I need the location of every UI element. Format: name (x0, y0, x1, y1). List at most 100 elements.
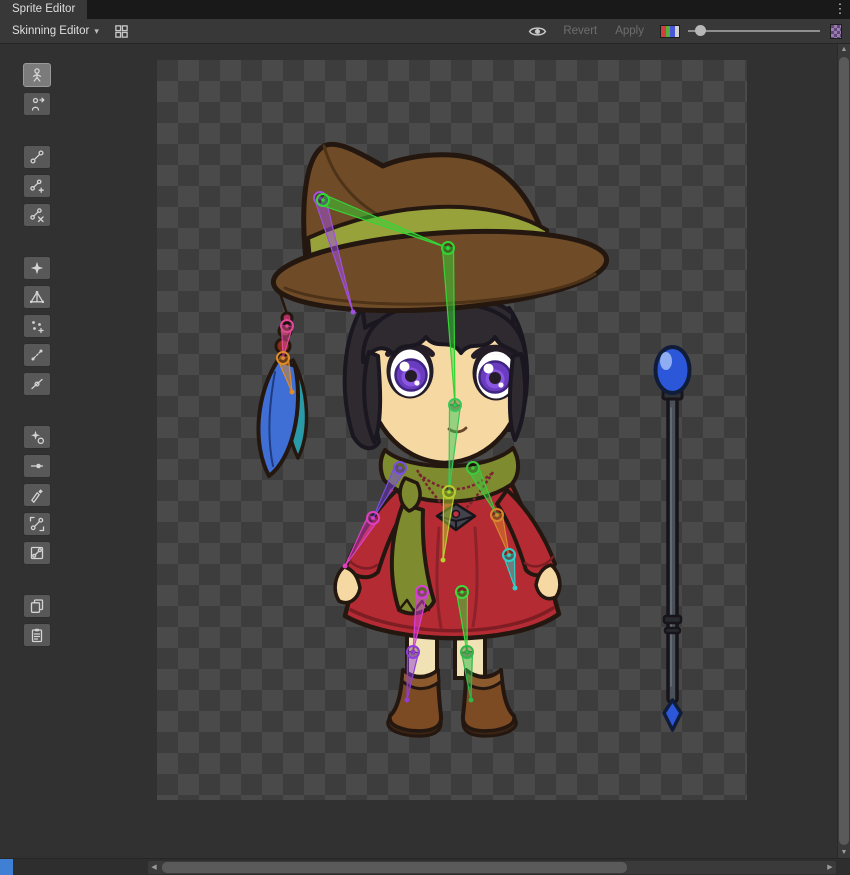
visibility-button[interactable] (522, 23, 553, 40)
edit-joints-icon (29, 149, 45, 165)
tool-group (23, 256, 51, 396)
bone-joint-center (411, 650, 415, 654)
bone[interactable] (457, 592, 468, 652)
auto-weights-button[interactable] (23, 425, 51, 449)
sprite-influence-icon (29, 545, 45, 561)
revert-button[interactable]: Revert (555, 22, 605, 41)
copy-icon (29, 598, 45, 614)
bone-tip[interactable] (469, 698, 474, 703)
sprite-sheet-icon (114, 24, 129, 39)
bone-joint-center (281, 356, 285, 360)
bone-joint-center (471, 466, 475, 470)
chevron-down-icon: ▾ (94, 26, 99, 37)
restore-bind-pose-button[interactable] (23, 92, 51, 116)
vertical-scrollbar[interactable]: ▲ ▼ (837, 44, 850, 858)
create-vertex-button[interactable] (23, 314, 51, 338)
sprite-influence-button[interactable] (23, 541, 51, 565)
canvas-region: ▲ ▼ (0, 44, 850, 858)
auto-geometry-icon (29, 260, 45, 276)
zoom-slider-knob[interactable] (695, 25, 706, 36)
auto-geometry-button[interactable] (23, 256, 51, 280)
bone-joint-center (420, 590, 424, 594)
sprite-texture-area[interactable] (157, 60, 747, 800)
eye-icon (528, 25, 547, 38)
copy-button[interactable] (23, 594, 51, 618)
tool-group (23, 425, 51, 565)
skinning-editor-dropdown[interactable]: Skinning Editor ▾ (5, 22, 106, 41)
main-toolbar: Skinning Editor ▾ Revert Apply (0, 19, 850, 44)
scroll-right-icon[interactable]: ▶ (824, 861, 836, 874)
scroll-up-icon[interactable]: ▲ (838, 46, 850, 53)
split-edge-button[interactable] (23, 372, 51, 396)
tab-strip: Sprite Editor ⋮ (0, 0, 850, 19)
bone-joint-center (285, 324, 289, 328)
sprite-sheet-icon-button[interactable] (108, 22, 135, 41)
scroll-down-icon[interactable]: ▼ (838, 849, 850, 856)
bone-joint-center (507, 553, 511, 557)
paste-button[interactable] (23, 623, 51, 647)
scroll-left-icon[interactable]: ◀ (148, 861, 160, 874)
split-edge-icon (29, 376, 45, 392)
bone-joint-center (398, 466, 402, 470)
bone[interactable] (321, 195, 448, 248)
bone[interactable] (443, 492, 454, 560)
corner-accent (0, 859, 13, 875)
bones-overlay[interactable] (157, 60, 747, 800)
skinning-tools-toolbar (23, 63, 51, 647)
bone-tip[interactable] (343, 564, 348, 569)
kebab-menu-icon[interactable]: ⋮ (830, 0, 850, 19)
bone-tip[interactable] (351, 310, 356, 315)
alpha-channel-icon (675, 26, 680, 37)
weight-brush-button[interactable] (23, 483, 51, 507)
tool-group (23, 63, 51, 116)
bottom-bar: ◀ ▶ (0, 858, 850, 875)
create-edge-button[interactable] (23, 343, 51, 367)
create-bone-icon (29, 178, 45, 194)
tool-group (23, 594, 51, 647)
bone-tip[interactable] (290, 390, 295, 395)
bone-influence-icon (29, 516, 45, 532)
weight-slider-icon (29, 458, 45, 474)
zoom-slider[interactable] (688, 23, 820, 39)
bone-joint-center (495, 513, 499, 517)
vertical-scrollbar-thumb[interactable] (839, 57, 849, 845)
sprite-editor-window: Sprite Editor ⋮ Skinning Editor ▾ Revert… (0, 0, 850, 875)
auto-weights-icon (29, 429, 45, 445)
bone-joint-center (460, 590, 464, 594)
bone-tip[interactable] (441, 558, 446, 563)
bone-tip[interactable] (513, 586, 518, 591)
tab-sprite-editor[interactable]: Sprite Editor (0, 0, 87, 19)
restore-bind-pose-icon (29, 96, 45, 112)
bone-joint-center (371, 516, 375, 520)
create-bone-button[interactable] (23, 174, 51, 198)
bone-tip[interactable] (405, 698, 410, 703)
skinning-editor-dropdown-label: Skinning Editor (12, 25, 89, 37)
preview-pose-icon (29, 67, 45, 83)
preview-pose-button[interactable] (23, 63, 51, 87)
tool-group (23, 145, 51, 227)
split-bone-button[interactable] (23, 203, 51, 227)
edit-geometry-button[interactable] (23, 285, 51, 309)
bone-joint-center (447, 490, 451, 494)
bone-joint-center (465, 650, 469, 654)
horizontal-scrollbar-thumb[interactable] (162, 862, 627, 873)
create-vertex-icon (29, 318, 45, 334)
bone[interactable] (413, 591, 427, 652)
split-bone-icon (29, 207, 45, 223)
weight-slider-button[interactable] (23, 454, 51, 478)
bone-influence-button[interactable] (23, 512, 51, 536)
color-channels-button[interactable] (660, 25, 680, 38)
edit-geometry-icon (29, 289, 45, 305)
mipmap-slider[interactable] (830, 24, 842, 39)
create-edge-icon (29, 347, 45, 363)
weight-brush-icon (29, 487, 45, 503)
edit-joints-button[interactable] (23, 145, 51, 169)
bone-joint-center (321, 198, 325, 202)
bone[interactable] (449, 405, 460, 492)
bone-joint-center (446, 246, 450, 250)
apply-button[interactable]: Apply (607, 22, 652, 41)
zoom-slider-track (688, 30, 820, 32)
horizontal-scrollbar[interactable]: ◀ ▶ (148, 861, 836, 874)
bone[interactable] (443, 248, 455, 405)
paste-icon (29, 627, 45, 643)
